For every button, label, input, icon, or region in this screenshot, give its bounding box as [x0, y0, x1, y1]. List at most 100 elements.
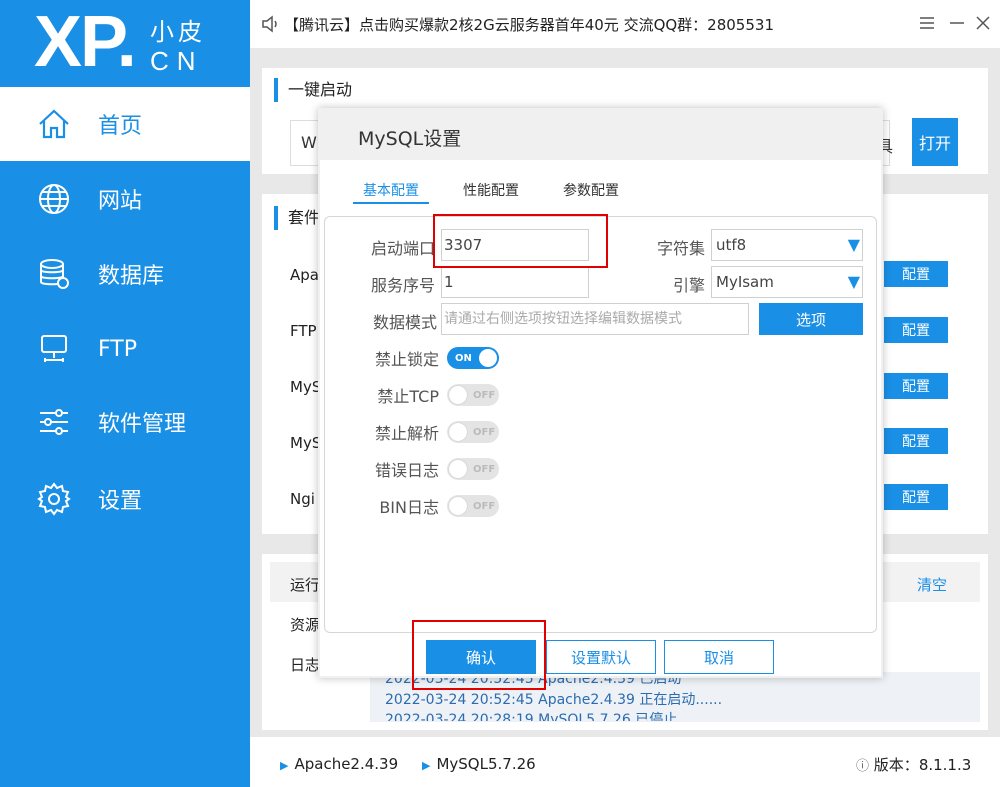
- charset-label: 字符集: [656, 239, 705, 258]
- no-tcp-toggle[interactable]: OFF: [447, 384, 499, 406]
- log-line: 2022-03-24 20:52:45 Apache2.4.39 正在启动...…: [385, 692, 723, 708]
- sidebar-item-settings[interactable]: 设置: [0, 462, 250, 536]
- footer-service-apache[interactable]: ▶ Apache2.4.39: [280, 755, 398, 773]
- toggle-knob: [449, 497, 467, 515]
- top-bar: 【腾讯云】点击购买爆款2核2G云服务器首年40元 交流QQ群：2805531: [250, 0, 1000, 48]
- toggle-state: OFF: [473, 426, 496, 438]
- gear-icon: [36, 481, 72, 517]
- tab-basic[interactable]: 基本配置: [353, 180, 429, 204]
- run-label: 运行: [290, 576, 321, 594]
- sidebar: XP. 小皮 CN 首页 网站 数据库 FTP 软件管理 设置: [0, 0, 250, 787]
- no-resolve-toggle[interactable]: OFF: [447, 421, 499, 443]
- config-button[interactable]: 配置: [884, 484, 948, 510]
- sidebar-item-website[interactable]: 网站: [0, 162, 250, 236]
- sidebar-item-label: 网站: [98, 189, 143, 214]
- suite-row-label: MyS: [290, 434, 322, 452]
- toggle-knob: [449, 386, 467, 404]
- version-label: 版本：: [873, 756, 919, 774]
- play-icon: ▶: [422, 759, 431, 772]
- open-button[interactable]: 打开: [912, 118, 958, 166]
- suite-row-label: Apa: [290, 266, 319, 284]
- sidebar-item-database[interactable]: 数据库: [0, 237, 250, 311]
- ftp-icon: [36, 331, 72, 367]
- play-icon: ▶: [280, 759, 289, 772]
- config-button[interactable]: 配置: [884, 317, 948, 343]
- cancel-button[interactable]: 取消: [664, 640, 774, 674]
- app-logo: XP. 小皮 CN: [0, 0, 250, 87]
- footer-service-mysql[interactable]: ▶ MySQL5.7.26: [422, 755, 536, 773]
- version-info: ⓘ 版本：8.1.1.3: [856, 754, 971, 775]
- globe-icon: [36, 181, 72, 217]
- charset-value: utf8: [716, 236, 747, 254]
- config-button[interactable]: 配置: [884, 428, 948, 454]
- options-button[interactable]: 选项: [759, 303, 863, 335]
- tab-parameters[interactable]: 参数配置: [563, 180, 619, 200]
- data-mode-input[interactable]: 请通过右侧选项按钮选择编辑数据模式: [441, 303, 749, 335]
- sidebar-item-label: 软件管理: [98, 412, 187, 437]
- dropdown-arrow-icon: ▼: [847, 235, 860, 254]
- footer-service-label: MySQL5.7.26: [436, 755, 536, 773]
- error-log-toggle[interactable]: OFF: [447, 458, 499, 480]
- sliders-icon: [36, 404, 72, 440]
- config-button[interactable]: 配置: [884, 373, 948, 399]
- sidebar-item-label: 数据库: [98, 264, 165, 289]
- sidebar-item-home[interactable]: 首页: [0, 87, 250, 161]
- toggle-state: OFF: [473, 463, 496, 475]
- sidebar-item-label: FTP: [98, 336, 137, 362]
- logo-cn-bottom: CN: [150, 46, 204, 76]
- toggle-label: 错误日志: [374, 461, 439, 480]
- confirm-button[interactable]: 确认: [426, 640, 536, 674]
- minimize-icon[interactable]: [946, 12, 968, 34]
- engine-value: MyIsam: [716, 273, 774, 291]
- speaker-icon: [260, 14, 280, 34]
- quickstart-select-text: W: [301, 133, 317, 152]
- close-icon[interactable]: [972, 12, 994, 34]
- mysql-settings-dialog: MySQL设置 基本配置 性能配置 参数配置 启动端口 3307 字符集 utf…: [318, 108, 883, 678]
- tab-performance[interactable]: 性能配置: [463, 180, 519, 200]
- dialog-title: MySQL设置: [358, 128, 462, 150]
- database-icon: [36, 256, 72, 292]
- logo-cn-top: 小皮: [150, 18, 206, 46]
- suite-row-label: Ngi: [290, 490, 315, 508]
- bin-log-toggle[interactable]: OFF: [447, 495, 499, 517]
- clear-link[interactable]: 清空: [917, 574, 947, 595]
- engine-select[interactable]: MyIsam ▼: [711, 266, 863, 298]
- toggle-state: OFF: [473, 389, 496, 401]
- config-button[interactable]: 配置: [884, 261, 948, 287]
- no-lock-toggle[interactable]: ON: [447, 347, 499, 369]
- section-title: 一键启动: [274, 78, 352, 102]
- form-box: 启动端口 3307 字符集 utf8 ▼ 服务序号 1 引擎 MyIsam ▼ …: [324, 216, 877, 633]
- logo-main: XP.: [34, 2, 137, 82]
- suite-row-label: MyS: [290, 378, 322, 396]
- sidebar-item-label: 设置: [98, 489, 143, 514]
- menu-icon[interactable]: [916, 12, 938, 34]
- suite-row-label: FTP: [290, 322, 317, 340]
- charset-select[interactable]: utf8 ▼: [711, 229, 863, 261]
- dropdown-arrow-icon: ▼: [847, 272, 860, 291]
- port-input[interactable]: 3307: [441, 229, 589, 261]
- sidebar-item-software[interactable]: 软件管理: [0, 385, 250, 459]
- sidebar-item-ftp[interactable]: FTP: [0, 312, 250, 386]
- toggle-label: 禁止TCP: [377, 387, 439, 406]
- info-icon: ⓘ: [856, 759, 870, 774]
- toggle-label: 禁止解析: [374, 424, 439, 443]
- service-no-label: 服务序号: [370, 276, 435, 295]
- engine-label: 引擎: [672, 276, 705, 295]
- version-value: 8.1.1.3: [918, 756, 972, 774]
- log-label: 日志: [290, 656, 321, 674]
- data-mode-label: 数据模式: [372, 313, 437, 332]
- section-title: 套件: [274, 206, 320, 230]
- port-label: 启动端口: [370, 239, 435, 258]
- resource-label: 资源: [290, 616, 321, 634]
- set-default-button[interactable]: 设置默认: [546, 640, 656, 674]
- log-line: 2022-03-24 20:28:19 MySQL5.7.26 已停止: [385, 712, 678, 721]
- toggle-label: 禁止锁定: [374, 350, 439, 369]
- footer-service-label: Apache2.4.39: [294, 755, 399, 773]
- notice-link[interactable]: 【腾讯云】点击购买爆款2核2G云服务器首年40元 交流QQ群：2805531: [284, 14, 774, 35]
- status-footer: ▶ Apache2.4.39 ▶ MySQL5.7.26 ⓘ 版本：8.1.1.3: [250, 737, 1000, 787]
- toggle-label: BIN日志: [379, 498, 439, 517]
- home-icon: [36, 106, 72, 142]
- sidebar-item-label: 首页: [98, 114, 143, 139]
- toggle-knob: [479, 349, 497, 367]
- service-no-input[interactable]: 1: [441, 266, 589, 298]
